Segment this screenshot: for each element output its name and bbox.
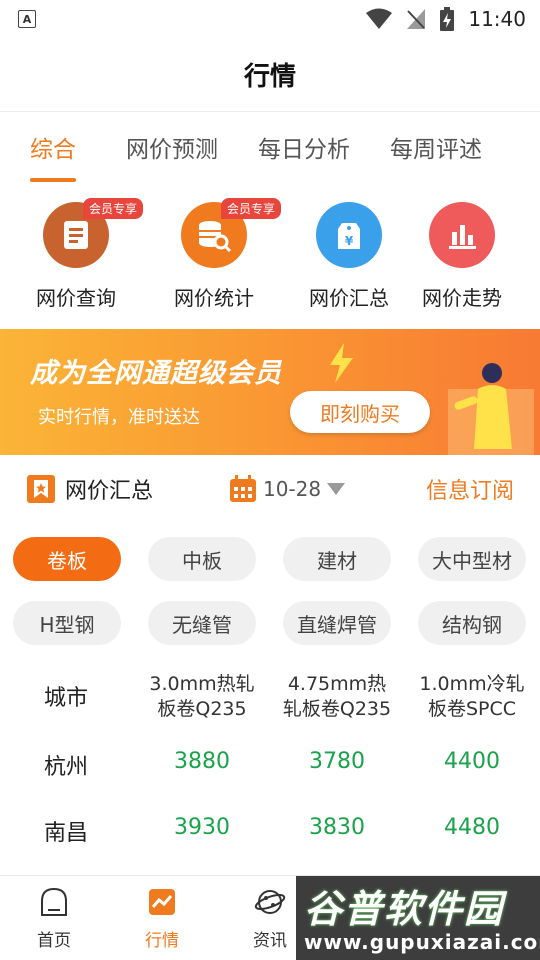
quick-item-price-trend[interactable]: 网价走势 — [402, 196, 522, 311]
tab-price-forecast[interactable]: 网价预测 — [126, 130, 218, 164]
tab-overview[interactable]: 综合 — [30, 130, 76, 182]
date-value: 10-28 — [263, 477, 322, 501]
nav-home[interactable]: 首页 — [9, 887, 99, 951]
table-header: 4.75mm热 轧板卷Q235 — [272, 672, 402, 722]
table-header-line: 4.75mm热 — [287, 673, 387, 695]
chip-medium-plate[interactable]: 中板 — [148, 537, 256, 581]
accessibility-indicator-icon: A — [18, 10, 36, 28]
subscribe-link[interactable]: 信息订阅 — [426, 473, 514, 505]
table-cell-price: 3780 — [309, 749, 365, 774]
chip-large-sections[interactable]: 大中型材 — [418, 537, 526, 581]
banner-subtitle: 实时行情，准时送达 — [38, 407, 200, 428]
person-illustration-icon — [448, 363, 534, 455]
wifi-icon — [366, 8, 393, 29]
chip-coil[interactable]: 卷板 — [13, 537, 121, 581]
calendar-icon — [230, 475, 256, 502]
svg-text:¥: ¥ — [345, 234, 354, 248]
quick-item-price-statistics[interactable]: 会员专享 网价统计 — [154, 196, 282, 311]
quick-circle — [429, 202, 495, 268]
home-icon — [41, 887, 67, 916]
table-header-line: 板卷Q235 — [157, 698, 247, 720]
nav-label: 首页 — [37, 931, 71, 951]
chip-structural-steel[interactable]: 结构钢 — [418, 601, 526, 645]
database-search-icon — [199, 221, 232, 253]
quick-item-price-query[interactable]: 会员专享 网价查询 — [16, 196, 144, 311]
chevron-down-icon — [327, 483, 346, 495]
quick-label: 网价走势 — [422, 286, 502, 310]
table-header-line: 板卷SPCC — [427, 698, 517, 720]
table-header-city: 城市 — [43, 686, 88, 711]
table-cell-price: 4480 — [444, 815, 500, 840]
section-title: 网价汇总 — [65, 479, 154, 504]
table-header-line: 3.0mm热轧 — [149, 673, 255, 695]
quick-circle: 会员专享 — [43, 198, 144, 268]
status-icons: 11:40 — [366, 7, 526, 31]
chip-seamless-pipe[interactable]: 无缝管 — [148, 601, 256, 645]
quick-label: 网价查询 — [36, 286, 116, 310]
section-header: 网价汇总 10-28 信息订阅 — [0, 462, 540, 516]
buy-now-button[interactable]: 即刻购买 — [290, 391, 430, 433]
table-cell-price: 3830 — [309, 815, 365, 840]
tab-bar: 综合 网价预测 每日分析 每周评述 — [0, 112, 540, 182]
table-cell-price: 3880 — [174, 749, 230, 774]
quick-label: 网价汇总 — [309, 286, 389, 310]
table-cell-price: 4400 — [444, 749, 500, 774]
tab-weekly-review[interactable]: 每周评述 — [390, 130, 482, 164]
table-cell-price: 3930 — [174, 815, 230, 840]
page-title: 行情 — [243, 62, 296, 92]
watermark-logo: 谷普软件园 www.gupuxiazai.com — [296, 876, 540, 960]
market-chart-icon — [149, 889, 175, 915]
quick-actions: 会员专享 网价查询 会员专享 网价统计 ¥ 网价汇总 网价走势 — [0, 196, 540, 316]
price-tag-icon: ¥ — [338, 223, 360, 249]
watermark-text: 谷普软件园 — [304, 887, 505, 931]
chip-h-beam[interactable]: H型钢 — [13, 601, 121, 645]
nav-label: 行情 — [145, 931, 179, 951]
date-picker[interactable]: 10-28 — [229, 475, 346, 503]
table-header: 1.0mm冷轧 板卷SPCC — [407, 672, 537, 722]
tab-daily-analysis[interactable]: 每日分析 — [258, 130, 350, 164]
table-cell-city: 南昌 — [43, 821, 88, 846]
news-planet-icon — [254, 890, 286, 914]
table-header-line: 轧板卷Q235 — [282, 698, 392, 720]
quick-label: 网价统计 — [174, 286, 254, 310]
app-header: 行情 — [0, 38, 540, 112]
table-header: 3.0mm热轧 板卷Q235 — [137, 672, 267, 722]
nav-market[interactable]: 行情 — [117, 888, 207, 951]
status-time: 11:40 — [468, 7, 526, 31]
quick-circle: 会员专享 — [181, 198, 282, 268]
battery-charging-icon — [440, 7, 455, 31]
quick-item-price-summary[interactable]: ¥ 网价汇总 — [289, 196, 409, 311]
chip-building-materials[interactable]: 建材 — [283, 537, 391, 581]
table-cell-city: 杭州 — [43, 755, 88, 780]
table-header-line: 1.0mm冷轧 — [419, 673, 525, 695]
promo-banner[interactable]: 成为全网通超级会员 实时行情，准时送达 即刻购买 — [0, 329, 540, 455]
vip-badge: 会员专享 — [221, 198, 282, 219]
status-bar: A 11:40 — [0, 0, 540, 38]
vip-badge: 会员专享 — [83, 198, 144, 219]
no-signal-icon — [407, 9, 426, 29]
lightning-icon — [330, 343, 353, 383]
bookmark-star-icon — [27, 475, 55, 503]
document-icon — [64, 221, 88, 249]
banner-title: 成为全网通超级会员 — [30, 358, 282, 389]
chip-welded-pipe[interactable]: 直缝焊管 — [283, 601, 391, 645]
watermark-url: www.gupuxiazai.com — [304, 930, 540, 954]
quick-circle: ¥ — [316, 202, 382, 268]
bar-chart-icon — [449, 225, 476, 249]
